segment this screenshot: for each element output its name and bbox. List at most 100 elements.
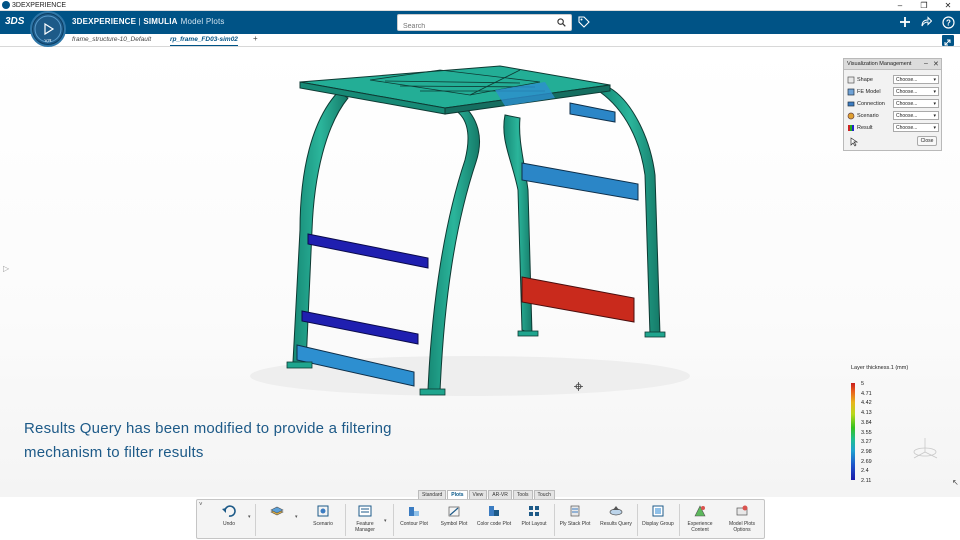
color-code-plot-label: Color code Plot <box>476 521 512 527</box>
layers-icon <box>270 506 284 516</box>
close-window-button[interactable]: ✕ <box>936 0 960 11</box>
legend-tick: 4.71 <box>861 390 872 397</box>
model-plots-options-button[interactable]: Model Plots Options <box>724 502 760 538</box>
feature-manager-button[interactable]: Feature Manager <box>347 502 383 538</box>
result-icon <box>848 124 854 131</box>
ply-stack-plot-button[interactable]: Ply Stack Plot <box>557 502 593 538</box>
pointer-icon[interactable] <box>850 137 858 147</box>
legend-tick: 2.4 <box>861 468 869 475</box>
ribbon-collapse-chevron-icon[interactable]: ˅ <box>199 502 203 508</box>
share-icon[interactable] <box>918 14 934 30</box>
experience-content-button[interactable]: Experience Content <box>682 502 718 538</box>
legend-tick: 2.98 <box>861 448 872 455</box>
result-dropdown[interactable]: Choose... <box>893 123 939 132</box>
front-crossbar-upper <box>307 233 429 269</box>
undo-dropdown-icon[interactable]: ▾ <box>248 514 251 520</box>
scenario-icon <box>847 112 855 119</box>
ribbon-tab-standard[interactable]: Standard <box>418 490 447 499</box>
foot-back-left <box>517 330 539 337</box>
shape-dropdown[interactable]: Choose... <box>893 75 939 84</box>
ribbon-tab-ar-vr[interactable]: AR-VR <box>488 490 512 499</box>
model-plots-options-label: Model Plots Options <box>728 521 756 533</box>
feature-manager-label: Feature Manager <box>355 521 375 533</box>
search-input[interactable] <box>398 19 548 34</box>
tab-frame-structure[interactable]: frame_structure-10_Default <box>72 36 151 43</box>
viz-row-connection: Connection Choose... <box>847 98 941 109</box>
undo-button[interactable]: Undo <box>211 502 247 538</box>
search-icon[interactable] <box>557 18 566 27</box>
viz-row-label: Scenario <box>857 112 879 119</box>
shape-icon <box>847 76 855 83</box>
ply-stack-plot-label: Ply Stack Plot <box>559 521 591 527</box>
add-tab-button[interactable]: + <box>253 34 258 43</box>
contour-plot-button[interactable]: Contour Plot <box>396 502 432 538</box>
top-plate <box>299 65 611 109</box>
experience-content-label: Experience Content <box>687 521 713 533</box>
display-mode-button[interactable] <box>259 502 295 538</box>
compass-widget[interactable]: V,R <box>30 11 66 47</box>
color-code-plot-icon <box>489 506 499 516</box>
minimize-button[interactable]: – <box>888 0 912 11</box>
viz-row-fe-model: FE Model Choose... <box>847 86 941 97</box>
feature-manager-dropdown-icon[interactable]: ▾ <box>384 518 387 524</box>
display-mode-dropdown-icon[interactable]: ▾ <box>295 514 298 520</box>
tag-icon[interactable] <box>576 14 592 30</box>
display-group-button[interactable]: Display Group <box>640 502 676 538</box>
search-box[interactable] <box>397 14 572 34</box>
orientation-gizmo-icon[interactable] <box>910 436 940 466</box>
compass-label: V,R <box>44 38 52 43</box>
visualization-management-panel: Visualization Management – ✕ Shape Choos… <box>843 58 942 151</box>
fullscreen-button[interactable] <box>942 35 954 46</box>
app-icon <box>2 1 10 9</box>
scenario-dropdown[interactable]: Choose... <box>893 111 939 120</box>
ribbon-separator <box>637 504 638 536</box>
brand-3dexperience: 3DEXPERIENCE <box>72 17 137 26</box>
contour-plot-icon <box>409 507 419 516</box>
3ds-logo: 3DS <box>4 13 25 32</box>
ribbon-tab-view[interactable]: View <box>468 490 488 499</box>
front-crossbar-middle <box>301 310 419 345</box>
help-icon[interactable]: ? <box>940 14 956 30</box>
model-plots-options-icon <box>736 505 748 516</box>
ribbon-tab-touch[interactable]: Touch <box>533 490 555 499</box>
maximize-button[interactable]: ❐ <box>912 0 936 11</box>
legend-tick: 3.27 <box>861 439 872 446</box>
connection-dropdown[interactable]: Choose... <box>893 99 939 108</box>
viz-row-shape: Shape Choose... <box>847 74 941 85</box>
legend-tick: 2.11 <box>861 478 872 484</box>
legend-color-bar <box>851 383 855 480</box>
fe-model-dropdown[interactable]: Choose... <box>893 87 939 96</box>
ribbon-tab-plots[interactable]: Plots <box>447 490 468 499</box>
plot-layout-icon <box>529 506 539 516</box>
viz-minimize-icon[interactable]: – <box>924 60 928 67</box>
scenario-button[interactable]: Scenario <box>305 502 341 538</box>
symbol-plot-icon <box>448 506 460 517</box>
back-crossbar-red <box>521 276 635 323</box>
foot-front-right <box>419 388 446 396</box>
connection-icon <box>847 101 855 106</box>
brand-title: 3DEXPERIENCE | SIMULIA Model Plots <box>72 17 225 26</box>
display-group-icon <box>652 505 664 517</box>
viz-row-result: Result Choose... <box>847 122 941 133</box>
color-code-plot-button[interactable]: Color code Plot <box>476 502 512 538</box>
ply-stack-plot-icon <box>570 505 580 517</box>
viz-close-button[interactable]: Close <box>917 136 937 146</box>
svg-text:3DS: 3DS <box>5 16 24 27</box>
tab-rp-frame[interactable]: rp_frame_FD03-sim02 <box>170 36 238 46</box>
symbol-plot-button[interactable]: Symbol Plot <box>436 502 472 538</box>
caption-line-1: Results Query has been modified to provi… <box>24 420 392 437</box>
viz-panel-header: Visualization Management – ✕ <box>844 59 941 70</box>
svg-text:?: ? <box>946 18 951 27</box>
document-tab-bar: frame_structure-10_Default rp_frame_FD03… <box>0 34 960 47</box>
contour-plot-label: Contour Plot <box>400 521 428 527</box>
ribbon-separator <box>679 504 680 536</box>
ribbon-tab-tools[interactable]: Tools <box>512 490 533 499</box>
caption-line-2: mechanism to filter results <box>24 444 204 461</box>
back-top-bar <box>569 102 616 123</box>
plot-layout-button[interactable]: Plot Layout <box>516 502 552 538</box>
add-icon[interactable] <box>897 14 913 30</box>
results-query-button[interactable]: Results Query <box>598 502 634 538</box>
scenario-icon <box>317 505 329 517</box>
viz-close-icon[interactable]: ✕ <box>933 60 939 68</box>
panel-expand-arrow[interactable]: ▷ <box>3 264 9 273</box>
